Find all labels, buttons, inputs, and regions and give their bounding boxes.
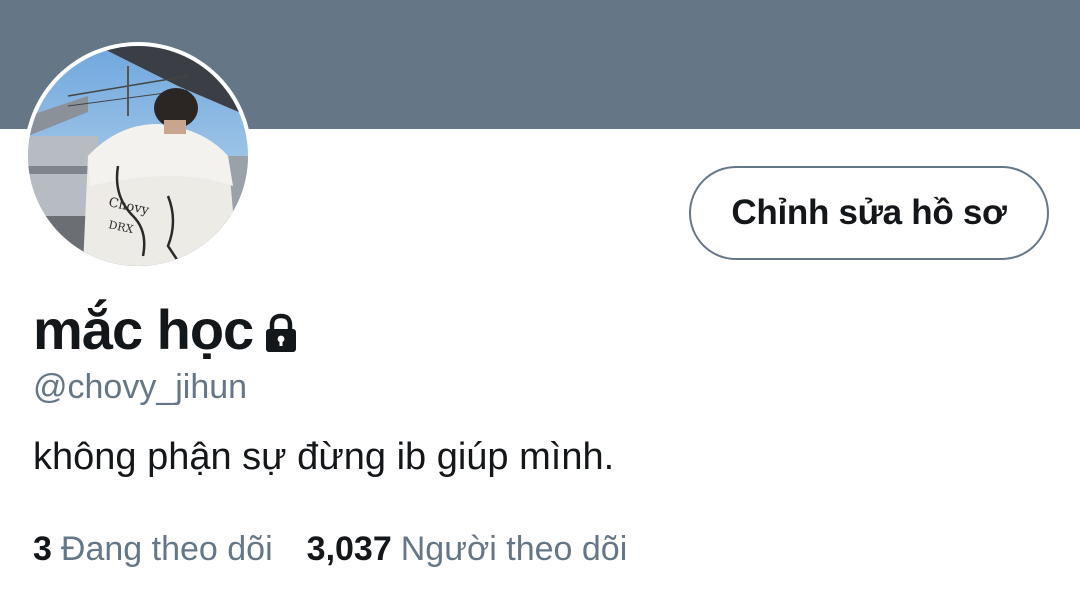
followers-count: 3,037 — [306, 530, 392, 568]
profile-bio: không phận sự đừng ib giúp mình. — [33, 436, 615, 478]
followers-stat[interactable]: 3,037 Người theo dõi — [307, 530, 628, 569]
profile-name-row: mắc học — [33, 294, 303, 364]
avatar[interactable]: Chovy DRX — [28, 46, 248, 266]
profile-handle: @chovy_jihun — [33, 368, 248, 406]
display-name: mắc học — [33, 297, 254, 361]
followers-label: Người theo dõi — [400, 530, 628, 568]
following-count: 3 — [33, 530, 52, 568]
following-label: Đang theo dõi — [60, 530, 273, 568]
avatar-frame: Chovy DRX — [24, 42, 252, 270]
edit-profile-button[interactable]: Chỉnh sửa hồ sơ — [689, 166, 1049, 260]
lock-icon — [266, 313, 297, 352]
profile-stats: 3 Đang theo dõi 3,037 Người theo dõi — [33, 530, 627, 569]
avatar-photo: Chovy DRX — [28, 46, 248, 266]
following-stat[interactable]: 3 Đang theo dõi — [33, 530, 273, 569]
